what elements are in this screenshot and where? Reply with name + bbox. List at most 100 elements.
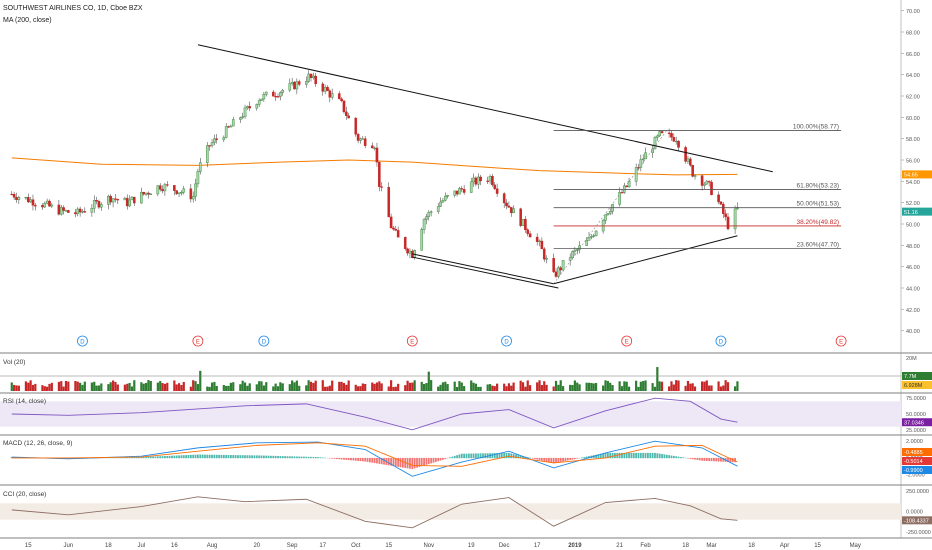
macd-histogram-bar xyxy=(298,456,301,459)
candle-body xyxy=(472,177,475,183)
time-axis-label: 19 xyxy=(468,543,475,549)
candle-body xyxy=(255,104,259,109)
volume-bar xyxy=(486,384,489,391)
macd-histogram-bar xyxy=(717,457,720,462)
volume-bar xyxy=(142,383,145,391)
volume-bar xyxy=(559,380,562,391)
volume-bar xyxy=(736,381,739,391)
volume-bar xyxy=(578,384,581,391)
candle-body xyxy=(304,81,308,85)
candle-body xyxy=(227,126,230,128)
volume-badge-label: 7.7M xyxy=(904,374,917,380)
volume-bar xyxy=(512,382,515,391)
volume-bar xyxy=(660,381,664,391)
macd-histogram-bar xyxy=(331,457,334,459)
price-axis-label: 58.00 xyxy=(906,137,920,143)
candle-body xyxy=(309,73,313,79)
macd-histogram-bar xyxy=(229,455,232,459)
candle-body xyxy=(149,193,153,195)
macd-histogram-bar xyxy=(192,454,195,459)
volume-bar xyxy=(592,383,595,391)
candle-body xyxy=(469,181,473,193)
volume-bar xyxy=(378,381,381,391)
candle-body xyxy=(354,117,358,135)
macd-histogram-bar xyxy=(361,457,364,462)
macd-histogram-bar xyxy=(555,457,557,463)
macd-histogram-bar xyxy=(248,455,251,459)
macd-histogram-bar xyxy=(366,457,369,462)
volume-bar xyxy=(321,380,324,391)
volume-bar xyxy=(128,382,131,391)
price-axis-label: 40.00 xyxy=(906,329,920,335)
macd-histogram-bar xyxy=(197,454,199,459)
candle-body xyxy=(293,81,296,90)
candle-body xyxy=(486,180,489,182)
candle-body xyxy=(606,213,610,216)
stock-chart[interactable]: 70.00 68.00 66.00 64.00 62.00 60.00 58.00 56.00… xyxy=(0,0,932,550)
macd-histogram-bar xyxy=(430,457,433,464)
rsi-axis-label: 25.0000 xyxy=(906,428,926,434)
macd-histogram-bar xyxy=(611,452,614,459)
volume-badge-label: 6.928M xyxy=(904,383,923,389)
time-axis-label: 15 xyxy=(385,543,392,549)
macd-histogram-bar xyxy=(451,456,454,459)
volume-bar xyxy=(272,386,275,391)
volume-bar xyxy=(123,384,126,391)
volume-bar xyxy=(594,382,598,391)
candle-body xyxy=(538,240,541,243)
volume-bar xyxy=(503,383,506,391)
volume-bar xyxy=(717,381,720,391)
macd-histogram-bar xyxy=(512,453,515,459)
candle-body xyxy=(326,87,329,91)
macd-histogram-bar xyxy=(548,457,550,463)
macd-histogram-bar xyxy=(314,457,317,459)
candle-body xyxy=(542,248,546,260)
candle-body xyxy=(552,258,555,272)
macd-histogram-bar xyxy=(632,452,635,459)
macd-histogram-bar xyxy=(583,456,586,459)
volume-bar xyxy=(573,380,576,391)
candle-body xyxy=(312,75,315,79)
volume-bar xyxy=(175,384,178,391)
macd-histogram-bar xyxy=(336,457,338,460)
macd-histogram-bar xyxy=(324,457,327,459)
time-axis-label: May xyxy=(850,543,861,549)
macd-histogram-bar xyxy=(267,455,270,459)
macd-histogram-bar xyxy=(442,457,444,460)
candle-body xyxy=(672,137,676,142)
macd-histogram-bar xyxy=(510,453,513,459)
volume-bar xyxy=(627,386,631,391)
candle-body xyxy=(488,176,492,182)
volume-bar xyxy=(97,385,101,391)
macd-histogram-bar xyxy=(270,455,272,459)
candle-body xyxy=(189,188,193,200)
macd-histogram-bar xyxy=(642,452,645,459)
candle-body xyxy=(163,184,167,192)
macd-histogram-bar xyxy=(312,456,315,459)
volume-bar xyxy=(90,382,93,391)
candle-body xyxy=(34,205,37,207)
candle-body xyxy=(726,216,730,230)
volume-bar xyxy=(606,380,609,391)
price-axis-label: 46.00 xyxy=(906,265,920,271)
macd-histogram-bar xyxy=(204,454,206,459)
macd-histogram-bar xyxy=(246,455,249,459)
volume-bar xyxy=(446,384,449,391)
volume-bar xyxy=(540,385,543,391)
time-axis-label: Aug xyxy=(207,543,218,549)
candle-body xyxy=(356,133,360,141)
volume-bar xyxy=(15,385,18,391)
volume-bar xyxy=(413,380,416,391)
candle-body xyxy=(224,126,228,138)
candle-body xyxy=(213,138,216,143)
candle-body xyxy=(180,192,183,194)
volume-label: Vol (20) xyxy=(3,359,25,366)
time-axis-label: Dec xyxy=(499,543,510,549)
candle-body xyxy=(17,197,21,200)
candle-body xyxy=(608,211,612,214)
macd-histogram-bar xyxy=(310,456,312,459)
macd-histogram-bar xyxy=(411,457,414,470)
candle-body xyxy=(420,229,424,251)
time-axis-label: 20 xyxy=(253,543,260,549)
macd-histogram-bar xyxy=(387,457,390,466)
